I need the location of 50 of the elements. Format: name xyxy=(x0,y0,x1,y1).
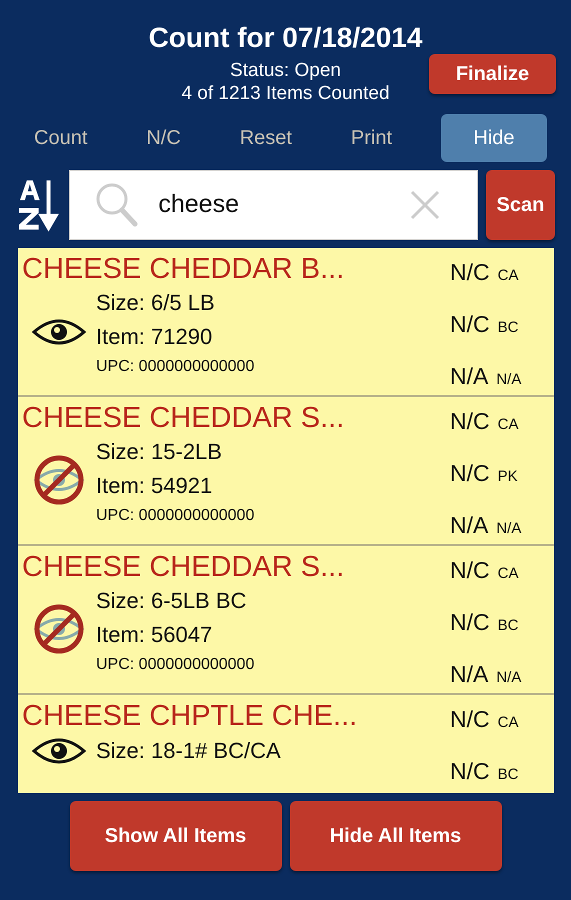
item-number: Item: 71290 xyxy=(96,323,214,352)
tab[interactable]: Hide xyxy=(440,114,547,162)
item-size: Size: 6-5LB BC xyxy=(96,587,248,616)
item-name: CHEESE CHEDDAR S... xyxy=(22,550,346,584)
unit-label: N/A xyxy=(496,518,522,539)
unit-label: N/A xyxy=(496,370,522,390)
item-size: Size: 6/5 LB xyxy=(96,289,216,318)
bulk-action-button[interactable]: Show All Items xyxy=(70,800,282,871)
unit-label: BC xyxy=(498,318,518,338)
unit-label: N/A xyxy=(496,668,522,688)
tab[interactable]: Count xyxy=(24,116,98,159)
count-value: N/A xyxy=(450,510,488,539)
count-value: N/C xyxy=(450,310,490,338)
page-title: Count for 07/18/2014 xyxy=(148,24,422,52)
item-name: CHEESE CHEDDAR S... xyxy=(22,400,346,436)
progress-text: 4 of 1213 Items Counted xyxy=(181,82,390,106)
unit-label: CA xyxy=(498,564,518,584)
item-upc: UPC: 0000000000000 xyxy=(96,356,254,377)
item-size: Size: 18-1# BC/CA xyxy=(96,737,281,766)
unit-label: BC xyxy=(498,764,518,785)
scan-button[interactable]: Scan xyxy=(486,170,555,240)
tab[interactable]: Reset xyxy=(230,116,302,159)
finalize-button[interactable]: Finalize xyxy=(429,54,556,94)
count-value: N/C xyxy=(450,756,490,785)
count-value: N/C xyxy=(450,608,490,636)
unit-label: BC xyxy=(498,616,518,636)
item-number: Item: 54921 xyxy=(96,472,214,500)
bulk-action-button[interactable]: Hide All Items xyxy=(290,800,502,871)
sort-az-icon[interactable] xyxy=(16,178,62,232)
count-value: N/C xyxy=(450,406,490,435)
item-upc: UPC: 0000000000000 xyxy=(96,654,254,675)
item-name: CHEESE CHEDDAR B... xyxy=(22,252,346,286)
item-number: Item: 56047 xyxy=(96,621,214,650)
item-size: Size: 15-2LB xyxy=(96,438,223,466)
count-value: N/A xyxy=(450,362,488,390)
status-text: Status: Open xyxy=(230,60,341,83)
unit-label: PK xyxy=(498,466,518,487)
unit-label: CA xyxy=(498,266,518,286)
count-value: N/C xyxy=(450,704,490,733)
item-upc: UPC: 0000000000000 xyxy=(96,506,254,526)
unit-label: CA xyxy=(498,712,518,733)
search-field[interactable]: cheese xyxy=(69,170,478,240)
item-name: CHEESE CHPTLE CHE... xyxy=(22,698,358,734)
unit-label: CA xyxy=(498,414,518,435)
tab[interactable]: Print xyxy=(340,116,402,159)
count-value: N/A xyxy=(450,660,488,688)
count-value: N/C xyxy=(450,556,490,584)
count-value: N/C xyxy=(450,258,490,286)
tab[interactable]: N/C xyxy=(136,116,191,159)
count-value: N/C xyxy=(450,458,490,487)
